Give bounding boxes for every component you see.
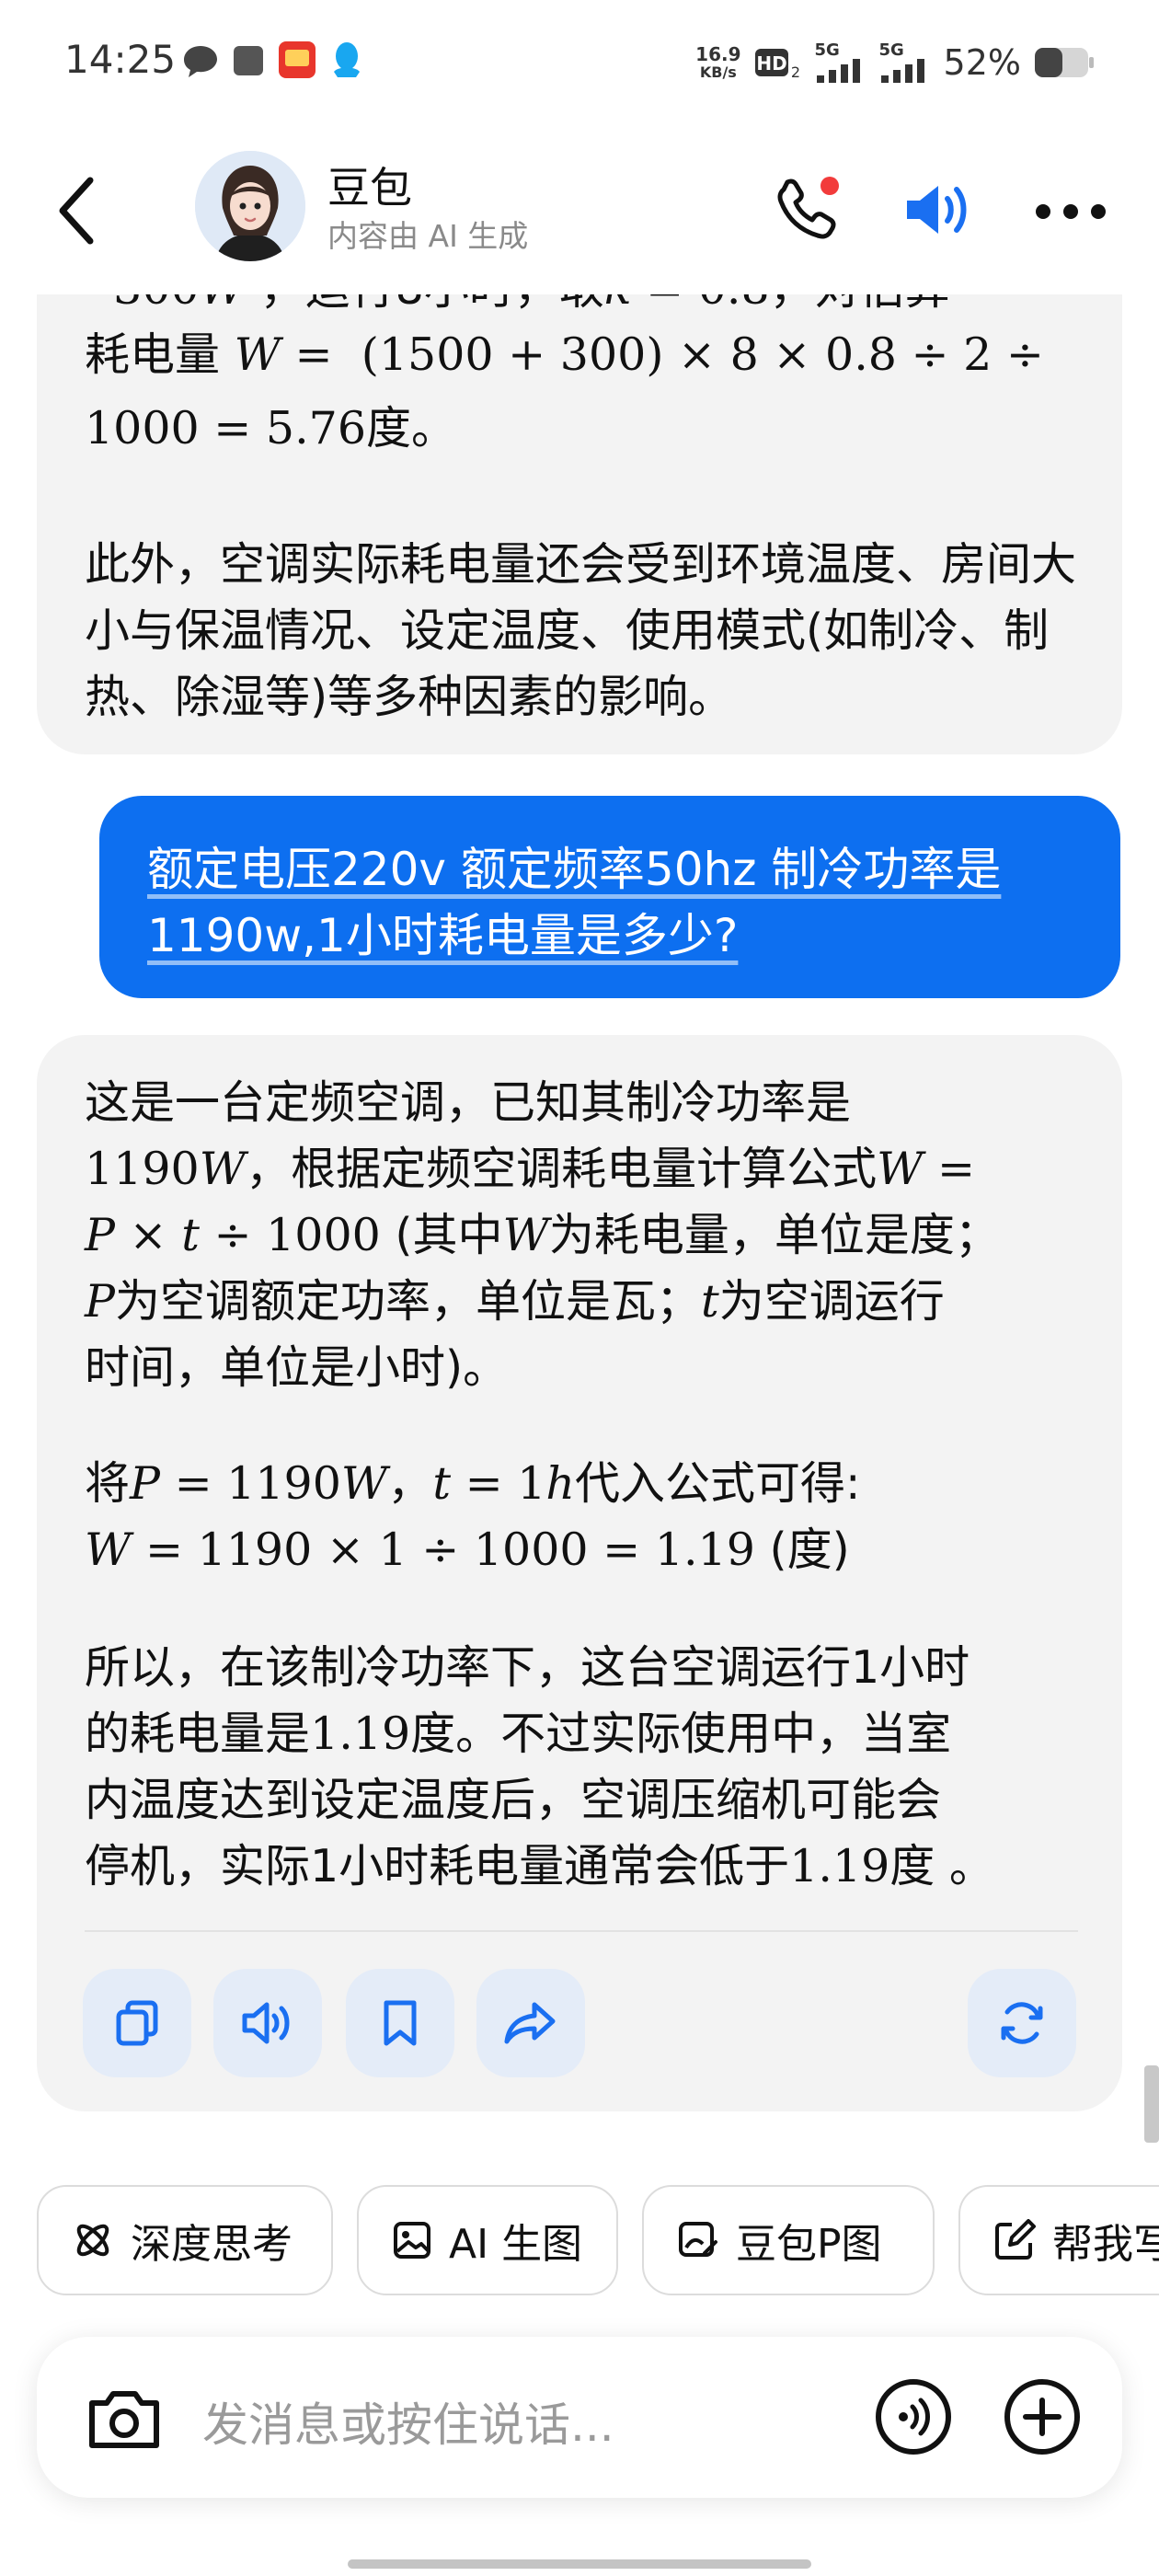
user-message-text: 额定电压220v 额定频率50hz 制冷功率是1190w,1小时耗电量是多少? xyxy=(147,843,1002,962)
ai-message-bubble: 300W ，运行8小时，取k = 0.8，对估算 耗电量 W = (1500 +… xyxy=(37,294,1122,754)
status-time: 14:25 xyxy=(64,37,177,82)
message-bubble-icon xyxy=(184,46,217,77)
chip-deep-think[interactable]: 深度思考 xyxy=(37,2185,333,2295)
bookmark-icon xyxy=(384,2000,417,2046)
camera-icon[interactable] xyxy=(81,2375,167,2462)
ai-line-clipped: 300W ，运行8小时，取k = 0.8，对估算 xyxy=(85,294,950,322)
atom-icon xyxy=(76,2224,109,2257)
penguin-icon xyxy=(334,42,360,77)
signal-2: 5G xyxy=(879,40,931,83)
share-icon xyxy=(504,2002,556,2044)
battery-percent: 52% xyxy=(943,42,1021,83)
app-badge-icon xyxy=(279,41,316,78)
regenerate-button[interactable] xyxy=(968,1969,1076,2077)
phone-call-icon[interactable] xyxy=(773,175,843,245)
notification-dot xyxy=(820,177,839,195)
scroll-indicator[interactable] xyxy=(1144,2065,1159,2143)
message-input[interactable]: 发消息或按住说话... xyxy=(202,2388,614,2455)
ai-paragraph-2: 将P = 1190W，t = 1h代入公式可得: W = 1190 × 1 ÷ … xyxy=(85,1457,861,1576)
ai-generated-note: 内容由 AI 生成 xyxy=(327,218,529,254)
speaker-icon xyxy=(242,2002,290,2044)
quick-actions-bar: 深度思考 AI 生图 豆包P图 帮我写 xyxy=(0,2185,1159,2300)
ai-paragraph: 此外，空调实际耗电量还会受到环境温度、房间大小与保温情况、设定温度、使用模式(如… xyxy=(85,538,1077,723)
chat-header: 豆包 内容由 AI 生成 xyxy=(0,138,1159,294)
ai-paragraph-3: 所以，在该制冷功率下，这台空调运行1小时 的耗电量是1.19度。不过实际使用中，… xyxy=(85,1641,994,1892)
message-input-bar: 发消息或按住说话... xyxy=(37,2337,1122,2498)
chat-area[interactable]: 300W ，运行8小时，取k = 0.8，对估算 耗电量 W = (1500 +… xyxy=(0,294,1159,2134)
refresh-icon xyxy=(1001,2002,1043,2044)
chip-photo-edit[interactable]: 豆包P图 xyxy=(642,2185,935,2295)
svg-text:HD: HD xyxy=(756,52,786,75)
chip-ai-image[interactable]: AI 生图 xyxy=(357,2185,618,2295)
signal-bars-icon xyxy=(816,59,860,83)
net-speed: 16.9 KB/s xyxy=(695,43,741,81)
read-aloud-button[interactable] xyxy=(213,1969,322,2077)
divider xyxy=(85,1930,1078,1932)
back-arrow-icon[interactable] xyxy=(46,169,110,252)
message-actions xyxy=(83,1969,1076,2079)
ai-formula-line: 耗电量 W = (1500 + 300) × 8 × 0.8 ÷ 2 ÷ xyxy=(85,328,1044,381)
edit-icon xyxy=(995,2219,1036,2260)
share-button[interactable] xyxy=(476,1969,585,2077)
copy-button[interactable] xyxy=(83,1969,191,2077)
ai-formula-result: 1000 = 5.76度。 xyxy=(85,402,457,454)
more-options-icon[interactable] xyxy=(1034,201,1107,223)
avatar-illustration-icon xyxy=(195,151,305,261)
user-message-bubble: 额定电压220v 额定频率50hz 制冷功率是1190w,1小时耗电量是多少? xyxy=(99,796,1120,998)
chip-write-help[interactable]: 帮我写 xyxy=(958,2185,1159,2295)
hd-icon: HD 2 xyxy=(754,49,800,81)
app-square-icon xyxy=(234,46,263,75)
bot-name: 豆包 xyxy=(327,163,412,213)
ai-message-bubble: 这是一台定频空调，已知其制冷功率是 1190W，根据定频空调耗电量计算公式W =… xyxy=(37,1035,1122,2111)
copy-icon xyxy=(116,2000,158,2046)
svg-text:2: 2 xyxy=(790,63,799,81)
signal-1: 5G xyxy=(815,40,866,83)
status-bar: 14:25 16.9 KB/s HD 2 5G 5G 52% xyxy=(0,0,1159,129)
signal-bars-icon xyxy=(880,59,924,83)
ai-paragraph-1: 这是一台定频空调，已知其制冷功率是 1190W，根据定频空调耗电量计算公式W =… xyxy=(85,1076,1000,1394)
image-icon xyxy=(394,2222,430,2259)
bookmark-button[interactable] xyxy=(346,1969,454,2077)
battery-icon xyxy=(1035,48,1094,77)
home-indicator[interactable] xyxy=(348,2559,811,2569)
voice-input-icon[interactable] xyxy=(872,2375,955,2458)
avatar[interactable] xyxy=(195,151,305,261)
photo-edit-icon xyxy=(679,2222,717,2257)
speaker-on-icon[interactable] xyxy=(901,175,975,245)
status-right: 16.9 KB/s HD 2 5G 5G 52% xyxy=(695,35,1095,90)
add-attachment-icon[interactable] xyxy=(1001,2375,1084,2458)
